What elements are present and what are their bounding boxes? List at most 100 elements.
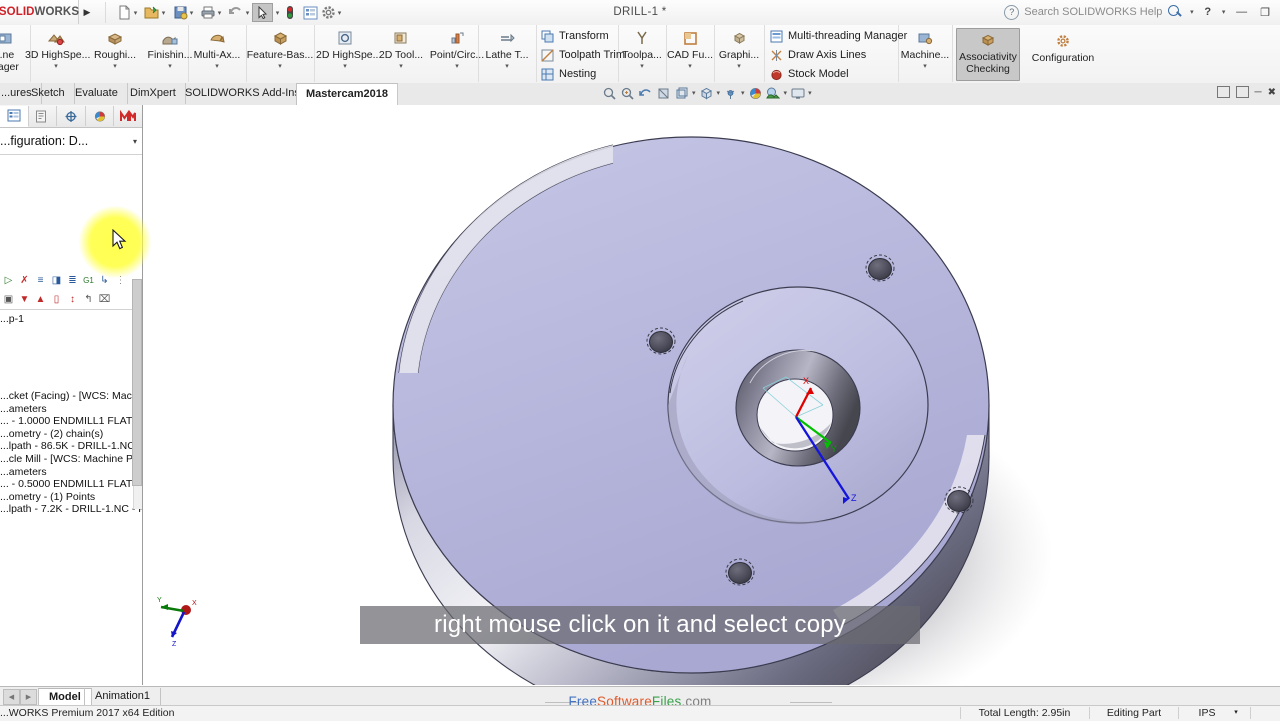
dropdown-caret-machine-sim[interactable]: ▾: [898, 62, 952, 71]
ribbon-button-multi-axis[interactable]: Multi-Ax... ▾: [188, 27, 246, 71]
toolpath-delete-icon[interactable]: ✗: [18, 274, 31, 288]
view-orientation-caret[interactable]: ▾: [692, 89, 696, 97]
view-settings-icon[interactable]: [790, 85, 805, 101]
dropdown-caret-2d-toolpaths[interactable]: ▾: [376, 62, 426, 71]
dropdown-caret-feature-based[interactable]: ▾: [246, 62, 314, 71]
dropdown-caret-roughing[interactable]: ▾: [89, 62, 141, 71]
new-document-caret[interactable]: ▾: [132, 9, 139, 17]
search-caret[interactable]: ▾: [1188, 9, 1195, 16]
restore-window-icon[interactable]: [1216, 86, 1230, 98]
view-settings-caret[interactable]: ▾: [808, 89, 812, 97]
ribbon-button-2d-highspeed[interactable]: 2D HighSpe... ▾: [316, 27, 381, 71]
open-document-caret[interactable]: ▾: [160, 9, 167, 17]
tree-item[interactable]: ...ameters: [0, 403, 142, 416]
section-view-icon[interactable]: [656, 85, 671, 101]
move-down-icon[interactable]: ▼: [18, 293, 31, 307]
zoom-to-fit-icon[interactable]: [602, 85, 617, 101]
save-icon[interactable]: [170, 3, 190, 22]
tree-item[interactable]: ...lpath - 86.5K - DRILL-1.NC - Prog: [0, 440, 142, 453]
tree-node-group[interactable]: ...p-1: [0, 313, 142, 326]
dropdown-caret-graphics[interactable]: ▾: [714, 62, 764, 71]
toolpath-trim-button[interactable]: Toolpath Trim: [540, 48, 625, 62]
display-style-caret[interactable]: ▾: [717, 89, 721, 97]
ribbon-button-machine-sim[interactable]: Machine... ▾: [898, 27, 952, 71]
ribbon-button-roughing[interactable]: Roughi... ▾: [89, 27, 141, 71]
hide-show-items-icon[interactable]: [723, 85, 738, 101]
property-manager-tab[interactable]: [29, 106, 58, 126]
tree-item[interactable]: ...cket (Facing) - [WCS: Machine Pla: [0, 390, 142, 403]
apply-scene-caret[interactable]: ▾: [784, 89, 788, 97]
tree-item[interactable]: ...ometry - (1) Points: [0, 491, 142, 504]
associativity-checking-button[interactable]: Associativity Checking: [956, 28, 1020, 81]
chevron-down-icon[interactable]: ▾: [133, 137, 142, 146]
expand-collapse-icon[interactable]: ↕: [66, 293, 79, 307]
insert-group-icon[interactable]: ▯: [50, 293, 63, 307]
undo-icon[interactable]: [226, 3, 246, 22]
tree-item[interactable]: ...ameters: [0, 466, 142, 479]
dropdown-caret-multi-axis[interactable]: ▾: [188, 62, 246, 71]
g1-post-icon[interactable]: G1: [82, 274, 95, 288]
status-units[interactable]: IPS: [1186, 706, 1228, 720]
help-button[interactable]: ?: [1200, 6, 1215, 18]
ribbon-button-3d-highspeed[interactable]: 3D HighSpe... ▾: [25, 27, 90, 71]
search-icon[interactable]: [1167, 4, 1183, 20]
select-arrow-icon[interactable]: [252, 3, 273, 22]
transform-button[interactable]: Transform: [540, 29, 609, 43]
apply-scene-icon[interactable]: [766, 85, 781, 101]
draw-axis-lines-button[interactable]: Draw Axis Lines: [769, 48, 866, 62]
toolpath-generate-icon[interactable]: ▷: [2, 274, 15, 288]
display-manager-tab[interactable]: [86, 106, 115, 126]
tab-evaluate[interactable]: Evaluate: [66, 83, 128, 104]
graphics-viewport[interactable]: X Y Z X Y Z: [143, 105, 1280, 685]
help-caret[interactable]: ▾: [1220, 9, 1227, 16]
open-document-icon[interactable]: [142, 3, 162, 22]
save-caret[interactable]: ▾: [188, 9, 195, 17]
undo-caret[interactable]: ▾: [244, 9, 251, 17]
pick-toolpath-icon[interactable]: ↰: [82, 293, 95, 307]
minimize-panel-icon[interactable]: ─: [1255, 87, 1262, 98]
hide-show-caret[interactable]: ▾: [741, 89, 745, 97]
toolpath-filter-icon[interactable]: ≣: [66, 274, 79, 288]
move-up-icon[interactable]: ▲: [34, 293, 47, 307]
minimize-button[interactable]: —: [1232, 6, 1251, 18]
nesting-button[interactable]: Nesting: [540, 67, 596, 81]
tree-item[interactable]: ... - 0.5000 ENDMILL1 FLAT - 1/2 FL: [0, 478, 142, 491]
tree-item[interactable]: ...cle Mill - [WCS: Machine Plane] -: [0, 453, 142, 466]
toolpath-tree-icon[interactable]: ⌧: [98, 293, 111, 307]
mastercam-manager-tab[interactable]: [114, 106, 142, 126]
regenerate-icon[interactable]: ◨: [50, 274, 63, 288]
ribbon-button-lathe[interactable]: Lathe T... ▾: [478, 27, 536, 71]
dropdown-caret-lathe[interactable]: ▾: [478, 62, 536, 71]
new-document-icon[interactable]: [114, 3, 134, 22]
dropdown-caret-toolpath[interactable]: ▾: [618, 62, 666, 71]
zoom-to-area-icon[interactable]: [620, 85, 635, 101]
settings-caret[interactable]: ▾: [336, 9, 343, 17]
rebuild-icon[interactable]: [280, 3, 300, 22]
tree-item[interactable]: ... - 1.0000 ENDMILL1 FLAT - 1 INCH: [0, 415, 142, 428]
close-panel-icon[interactable]: ✖: [1268, 87, 1276, 98]
options-list-icon[interactable]: [300, 3, 320, 22]
lock-toolpath-icon[interactable]: ▣: [2, 293, 15, 307]
select-all-toolpaths-icon[interactable]: ≡: [34, 274, 47, 288]
configuration-manager-tab[interactable]: [57, 106, 86, 126]
dropdown-caret-2d-highspeed[interactable]: ▾: [316, 62, 374, 71]
panel-scrollbar-thumb[interactable]: [132, 279, 142, 486]
tab-mastercam2018[interactable]: Mastercam2018: [296, 83, 398, 106]
configuration-button[interactable]: Configuration: [1022, 30, 1104, 64]
tree-item[interactable]: ...lpath - 7.2K - DRILL-1.NC - Progra: [0, 503, 142, 516]
dropdown-caret-3d-highspeed[interactable]: ▾: [25, 62, 87, 71]
display-style-icon[interactable]: [699, 85, 714, 101]
ribbon-button-toolpath[interactable]: Toolpa... ▾: [618, 27, 666, 71]
maximize-window-icon[interactable]: [1235, 86, 1249, 98]
help-circle-icon[interactable]: ?: [1004, 4, 1020, 20]
ribbon-button-cad-functions[interactable]: CAD Fu... ▾: [666, 27, 714, 71]
multi-threading-manager-button[interactable]: Multi-threading Manager: [769, 29, 907, 43]
print-icon[interactable]: [198, 3, 218, 22]
settings-gear-icon[interactable]: [318, 3, 338, 22]
view-orientation-icon[interactable]: [674, 85, 689, 101]
restore-button[interactable]: ❐: [1256, 6, 1274, 19]
ribbon-button-graphics[interactable]: Graphi... ▾: [714, 27, 764, 71]
menu-expand-arrow[interactable]: ▶: [80, 5, 94, 19]
search-input[interactable]: Search SOLIDWORKS Help: [1024, 6, 1162, 18]
ribbon-button-feature-based[interactable]: Feature-Bas... ▾: [246, 27, 314, 71]
